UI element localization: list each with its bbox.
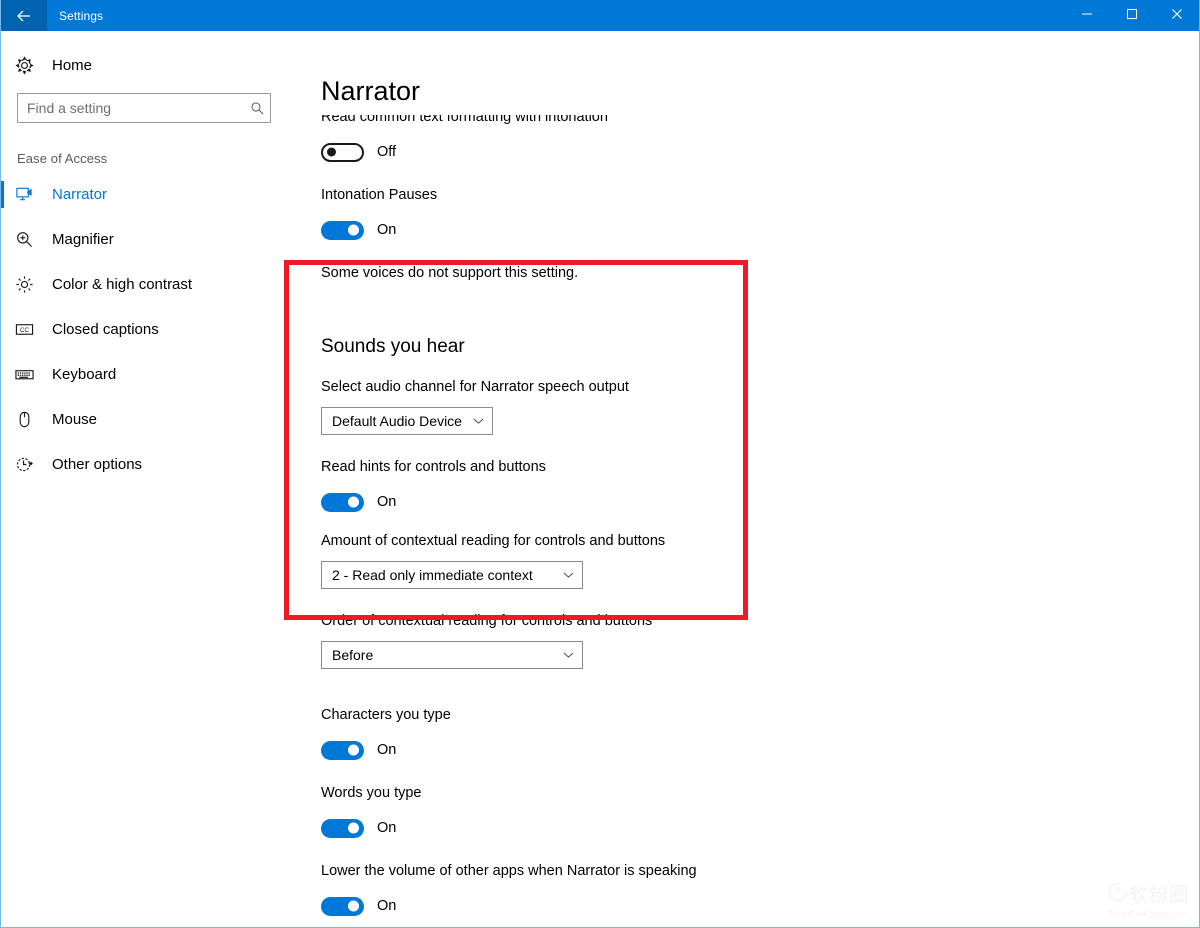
read-formatting-label: Read common text formatting with intonat… [301,115,1199,127]
search-input[interactable] [18,100,244,116]
settings-window: Settings [0,0,1200,928]
titlebar-drag-area [103,0,1064,31]
intonation-pauses-toggle[interactable] [321,221,364,240]
read-formatting-toggle[interactable] [321,143,364,162]
lower-volume-toggle-row: On [301,891,1199,921]
characters-you-type-state: On [364,742,396,758]
voices-note: Some voices do not support this setting. [301,263,1199,283]
page-title: Narrator [321,74,440,108]
characters-you-type-label: Characters you type [301,705,1199,725]
order-context-value: Before [332,647,373,663]
chevron-down-icon [555,651,574,659]
audio-channel-dropdown[interactable]: Default Audio Device [321,407,493,435]
sidebar-item-home[interactable]: Home [1,45,301,85]
toggle-knob [348,497,359,508]
audio-channel-label: Select audio channel for Narrator speech… [301,377,1199,397]
back-button[interactable] [1,0,47,31]
sidebar-item-closed-captions[interactable]: CC Closed captions [1,307,301,352]
order-context-label: Order of contextual reading for controls… [301,611,1199,631]
words-you-type-state: On [364,820,396,836]
sidebar-item-mouse[interactable]: Mouse [1,397,301,442]
search-box[interactable] [17,93,271,123]
maximize-button[interactable] [1109,0,1154,31]
words-you-type-toggle[interactable] [321,819,364,838]
audio-channel-value: Default Audio Device [332,413,462,429]
minimize-button[interactable] [1064,0,1109,31]
characters-you-type-toggle[interactable] [321,741,364,760]
home-label: Home [45,57,92,74]
read-formatting-toggle-row: Off [301,137,1199,167]
sidebar-item-label: Mouse [45,411,97,428]
sidebar-item-color-high-contrast[interactable]: Color & high contrast [1,262,301,307]
gear-icon [15,56,45,75]
window-controls [1064,0,1199,31]
sidebar-item-label: Narrator [45,186,107,203]
read-hints-toggle-row: On [301,487,1199,517]
svg-text:CC: CC [20,327,30,334]
title-bar: Settings [1,0,1199,31]
toggle-knob [327,148,336,157]
lower-volume-toggle[interactable] [321,897,364,916]
lower-volume-state: On [364,898,396,914]
close-button[interactable] [1154,0,1199,31]
order-context-dropdown[interactable]: Before [321,641,583,669]
sidebar-item-label: Other options [45,456,142,473]
sidebar-group-title: Ease of Access [1,123,301,172]
read-hints-toggle[interactable] [321,493,364,512]
sidebar-item-label: Keyboard [45,366,116,383]
chevron-down-icon [555,571,574,579]
sidebar-item-magnifier[interactable]: Magnifier [1,217,301,262]
mouse-icon [15,410,45,429]
sidebar-item-other-options[interactable]: Other options [1,442,301,487]
amount-context-dropdown[interactable]: 2 - Read only immediate context [321,561,583,589]
sidebar-item-keyboard[interactable]: Keyboard [1,352,301,397]
lower-volume-label: Lower the volume of other apps when Narr… [301,861,1199,881]
read-hints-label: Read hints for controls and buttons [301,457,1199,477]
window-title: Settings [47,0,103,31]
sidebar-item-label: Magnifier [45,231,114,248]
words-you-type-toggle-row: On [301,813,1199,843]
amount-context-label: Amount of contextual reading for control… [301,531,1199,551]
clock-arrow-icon [15,455,45,474]
toggle-knob [348,225,359,236]
characters-you-type-toggle-row: On [301,735,1199,765]
chevron-down-icon [465,417,484,425]
toggle-knob [348,823,359,834]
keyboard-icon [15,365,45,384]
toggle-knob [348,901,359,912]
read-hints-state: On [364,494,396,510]
toggle-knob [348,745,359,756]
sidebar-item-narrator[interactable]: Narrator [1,172,301,217]
settings-scroll-area[interactable]: Read common text formatting with intonat… [301,115,1199,926]
sounds-you-hear-heading: Sounds you hear [301,335,1199,359]
intonation-pauses-state: On [364,222,396,238]
read-formatting-state: Off [364,144,396,160]
sidebar: Home Ease of Access [1,31,301,926]
close-icon [1171,7,1183,25]
maximize-icon [1126,7,1138,25]
intonation-pauses-toggle-row: On [301,215,1199,245]
sidebar-item-label: Color & high contrast [45,276,192,293]
sidebar-item-label: Closed captions [45,321,159,338]
minimize-icon [1081,7,1093,25]
words-you-type-label: Words you type [301,783,1199,803]
magnifier-icon [15,230,45,249]
back-arrow-icon [15,8,33,24]
amount-context-value: 2 - Read only immediate context [332,567,533,583]
search-icon[interactable] [244,101,270,116]
intonation-pauses-label: Intonation Pauses [301,185,1199,205]
closed-captions-icon: CC [15,320,45,339]
brightness-icon [15,275,45,294]
main-content: Narrator Read common text formatting wit… [301,31,1199,926]
window-body: Home Ease of Access [1,31,1199,926]
narrator-icon [15,185,45,204]
